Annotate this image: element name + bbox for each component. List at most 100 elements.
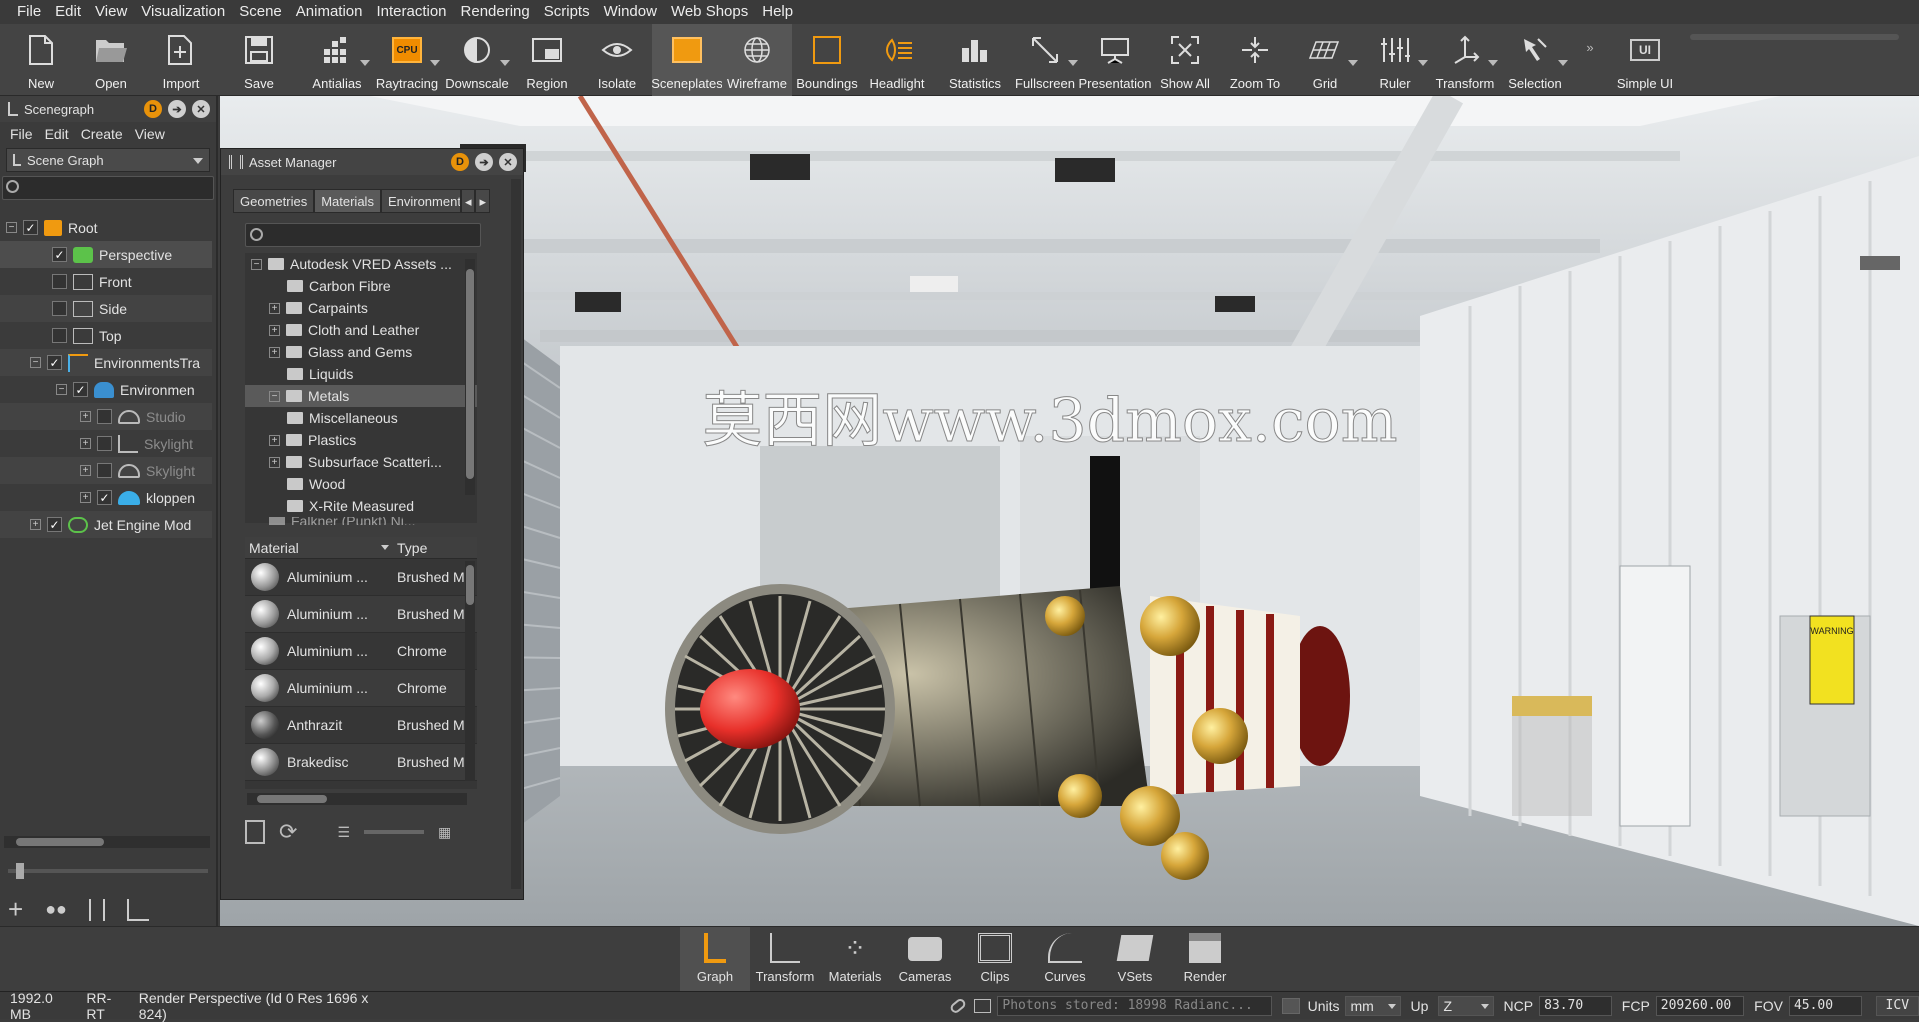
menu-view[interactable]: View (88, 0, 134, 24)
panel-scrollbar[interactable] (511, 179, 521, 889)
headlight-button[interactable]: Headlight (862, 24, 932, 96)
tree-node-front[interactable]: Front (0, 268, 212, 295)
tree-scrollbar[interactable] (465, 259, 475, 495)
horizontal-scrollbar[interactable] (4, 836, 210, 848)
tree-node-root[interactable]: − ✓ Root (0, 214, 212, 241)
refresh-icon[interactable]: ⟳ (279, 819, 297, 845)
menu-web-shops[interactable]: Web Shops (664, 0, 755, 24)
dock-badge[interactable]: D (451, 153, 469, 171)
dock-render-button[interactable]: Render (1170, 927, 1240, 992)
tree-node-side[interactable]: Side (0, 295, 212, 322)
material-row[interactable]: Anthrazit Brushed M (245, 707, 477, 744)
tree-node-skylight-1[interactable]: + Skylight (0, 430, 212, 457)
transform-button[interactable]: Transform (1430, 24, 1500, 96)
group-icon[interactable]: ●● (45, 899, 67, 920)
sg-menu-view[interactable]: View (129, 126, 171, 142)
arrow-right-icon[interactable]: ➔ (168, 100, 186, 118)
ncp-input[interactable]: 83.70 (1539, 995, 1612, 1016)
grid-button[interactable]: Grid (1290, 24, 1360, 96)
menu-rendering[interactable]: Rendering (454, 0, 537, 24)
toolbar-overflow-icon[interactable]: » (1570, 24, 1610, 55)
save-button[interactable]: Save (224, 24, 294, 96)
tree-node-kloppen[interactable]: + ✓ kloppen (0, 484, 212, 511)
sceneplates-button[interactable]: Sceneplates (651, 24, 723, 96)
folder-item[interactable]: + Subsurface Scatteri... (245, 451, 477, 473)
scenegraph-combo[interactable]: Scene Graph (6, 148, 210, 172)
dock-clips-button[interactable]: Clips (960, 927, 1030, 992)
tree-node-environment[interactable]: − ✓ Environmen (0, 376, 212, 403)
sg-menu-edit[interactable]: Edit (39, 126, 75, 142)
tab-environments[interactable]: Environments (380, 189, 461, 213)
icv-button[interactable]: ICV (1875, 995, 1919, 1016)
sg-menu-create[interactable]: Create (75, 126, 129, 142)
toolbar-slider[interactable] (1690, 34, 1899, 40)
folder-item[interactable]: Liquids (245, 363, 477, 385)
folder-item[interactable]: Falkner (Punkt) Ni... (245, 517, 477, 525)
list-scrollbar[interactable] (465, 561, 475, 781)
close-icon[interactable]: ✕ (499, 153, 517, 171)
region-button[interactable]: Region (512, 24, 582, 96)
terminal-icon[interactable] (973, 998, 992, 1013)
column-header-material[interactable]: Material (245, 540, 381, 556)
open-button[interactable]: Open (76, 24, 146, 96)
sg-menu-file[interactable]: File (4, 126, 39, 142)
dock-materials-button[interactable]: ⁘ Materials (820, 927, 890, 992)
asset-search-input[interactable] (245, 223, 481, 247)
hierarchy-icon[interactable] (88, 898, 105, 921)
transform-node-icon[interactable] (126, 898, 149, 921)
menu-animation[interactable]: Animation (289, 0, 370, 24)
dock-transform-button[interactable]: Transform (750, 927, 820, 992)
raytracing-button[interactable]: CPU Raytracing (372, 24, 442, 96)
menu-scene[interactable]: Scene (232, 0, 289, 24)
units-icon[interactable] (1281, 997, 1300, 1014)
close-icon[interactable]: ✕ (192, 100, 210, 118)
up-axis-dropdown[interactable]: Z (1438, 995, 1494, 1016)
dock-vsets-button[interactable]: VSets (1100, 927, 1170, 992)
folder-root[interactable]: − Autodesk VRED Assets ... (245, 253, 477, 275)
scenegraph-search-input[interactable] (2, 176, 214, 200)
folder-item[interactable]: + Glass and Gems (245, 341, 477, 363)
folder-item[interactable]: Carbon Fibre (245, 275, 477, 297)
tree-node-top[interactable]: Top (0, 322, 212, 349)
tree-node-jet-engine[interactable]: + ✓ Jet Engine Mod (0, 511, 212, 538)
fov-input[interactable]: 45.00 (1788, 995, 1862, 1016)
boundings-button[interactable]: Boundings (792, 24, 862, 96)
material-row[interactable]: Aluminium ... Brushed M (245, 596, 477, 633)
tab-scroll-left-icon[interactable]: ◂ (460, 189, 476, 213)
menu-scripts[interactable]: Scripts (537, 0, 597, 24)
tree-node-studio[interactable]: + Studio (0, 403, 212, 430)
tree-node-environments[interactable]: − ✓ EnvironmentsTra (0, 349, 212, 376)
antialias-button[interactable]: Antialias (302, 24, 372, 96)
dock-badge[interactable]: D (144, 100, 162, 118)
tree-node-perspective[interactable]: ✓ Perspective (0, 241, 212, 268)
statistics-button[interactable]: Statistics (940, 24, 1010, 96)
wireframe-button[interactable]: Wireframe (722, 24, 792, 96)
menu-interaction[interactable]: Interaction (369, 0, 453, 24)
tree-node-skylight-2[interactable]: + Skylight (0, 457, 212, 484)
selection-button[interactable]: Selection (1500, 24, 1570, 96)
menu-help[interactable]: Help (755, 0, 800, 24)
simple-ui-button[interactable]: UI Simple UI (1610, 24, 1680, 96)
grid-view-icon[interactable]: ▦ (438, 824, 451, 841)
material-row[interactable]: Aluminium ... Chrome (245, 633, 477, 670)
material-row[interactable]: Aluminium ... Brushed M (245, 559, 477, 596)
column-header-type[interactable]: Type (393, 540, 427, 556)
tab-scroll-right-icon[interactable]: ▸ (475, 189, 491, 213)
presentation-button[interactable]: Presentation (1079, 24, 1152, 96)
menu-file[interactable]: File (10, 0, 48, 24)
menu-window[interactable]: Window (597, 0, 664, 24)
thumbnail-size-slider[interactable] (364, 830, 424, 834)
dock-curves-button[interactable]: Curves (1030, 927, 1100, 992)
units-dropdown[interactable]: mm (1345, 995, 1401, 1016)
folder-item[interactable]: + Carpaints (245, 297, 477, 319)
zoom-slider[interactable] (8, 863, 208, 879)
arrow-right-icon[interactable]: ➔ (475, 153, 493, 171)
fcp-input[interactable]: 209260.00 (1655, 995, 1745, 1016)
fullscreen-button[interactable]: Fullscreen (1010, 24, 1080, 96)
downscale-button[interactable]: Downscale (442, 24, 512, 96)
folder-item[interactable]: X-Rite Measured (245, 495, 477, 517)
list-hscrollbar[interactable] (247, 793, 467, 805)
list-view-icon[interactable]: ☰ (337, 824, 350, 841)
folder-item[interactable]: + Cloth and Leather (245, 319, 477, 341)
folder-item[interactable]: Miscellaneous (245, 407, 477, 429)
